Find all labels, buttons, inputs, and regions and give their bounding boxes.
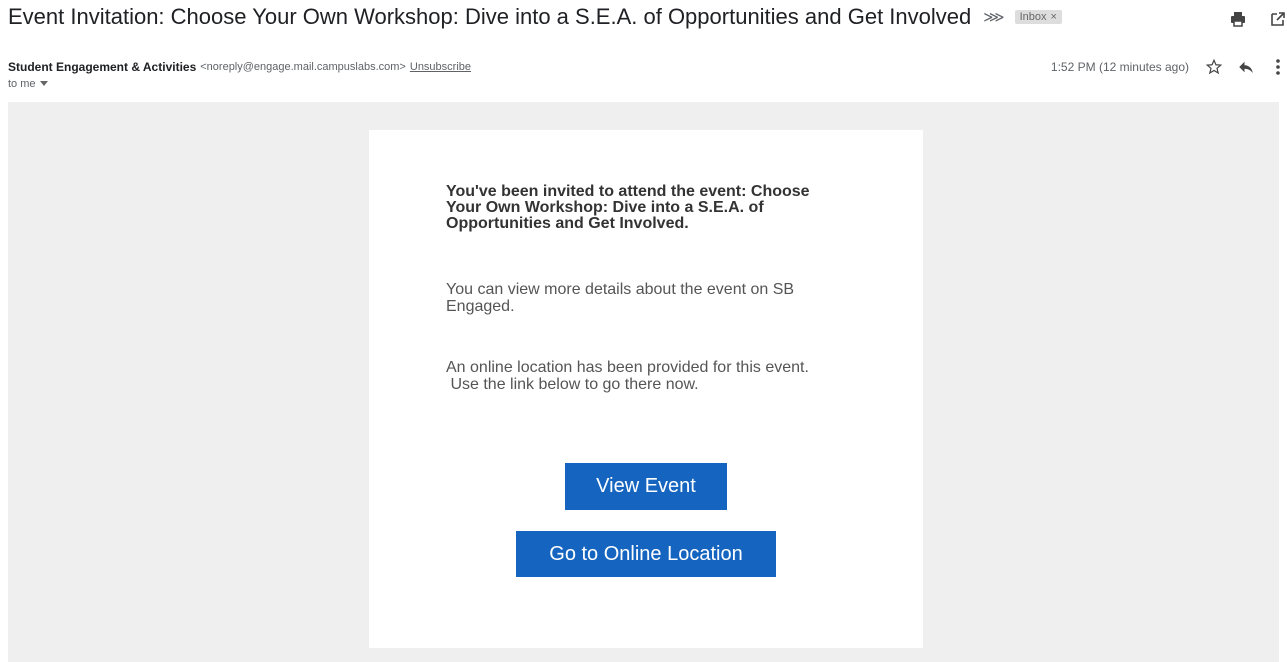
important-icon[interactable]: ⋙ [983,10,1004,25]
unsubscribe-link[interactable]: Unsubscribe [410,61,471,73]
open-in-new-icon[interactable] [1269,10,1287,28]
invitation-heading: You've been invited to attend the event:… [446,183,810,232]
location-note-text: An online location has been provided for… [446,359,809,393]
message-meta: 1:52 PM (12 minutes ago) [1051,58,1287,76]
sender-email: <noreply@engage.mail.campuslabs.com> [200,61,406,73]
more-vert-icon[interactable] [1269,58,1287,76]
inbox-label[interactable]: Inbox × [1014,10,1062,24]
timestamp: 1:52 PM (12 minutes ago) [1050,60,1189,74]
star-icon[interactable] [1205,58,1223,76]
recipient-row[interactable]: to me [8,78,48,90]
invitation-card: You've been invited to attend the event:… [369,130,923,648]
online-location-button[interactable]: Go to Online Location [516,531,776,577]
remove-label-icon[interactable]: × [1051,11,1057,23]
inbox-label-text: Inbox [1019,11,1047,23]
sender-row: Student Engagement & Activities <noreply… [8,58,1287,76]
view-event-button[interactable]: View Event [565,463,727,510]
subject-row: Event Invitation: Choose Your Own Worksh… [8,4,1287,30]
recipient-text: to me [8,78,36,90]
details-text: You can view more details about the even… [446,281,795,315]
caret-down-icon[interactable] [39,78,48,90]
sender-name[interactable]: Student Engagement & Activities [8,60,196,74]
email-subject: Event Invitation: Choose Your Own Worksh… [8,4,972,29]
print-icon[interactable] [1229,10,1247,28]
thread-actions [1229,10,1287,28]
reply-icon[interactable] [1237,58,1255,76]
email-body-canvas: You've been invited to attend the event:… [8,102,1279,662]
